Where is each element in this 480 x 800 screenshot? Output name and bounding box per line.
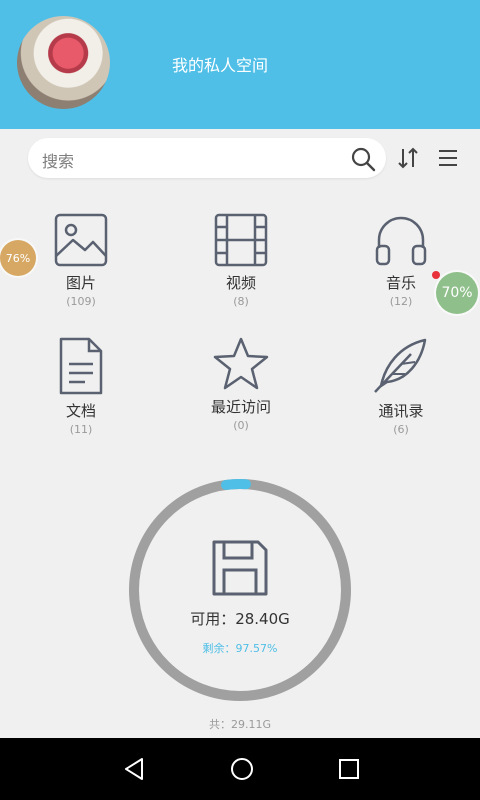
category-recent[interactable]: 最近访问 (0) bbox=[171, 336, 311, 432]
category-videos[interactable]: 视频 (8) bbox=[171, 212, 311, 308]
category-count: (6) bbox=[393, 423, 409, 436]
remaining-percent: 剩余：97.57% bbox=[202, 642, 278, 655]
search-bar[interactable]: 搜索 bbox=[28, 138, 386, 178]
floating-memory-badge[interactable]: 76% bbox=[0, 240, 36, 276]
total-storage: 共：29.11G bbox=[208, 718, 271, 731]
profile-header: 我的私人空间 bbox=[0, 0, 480, 129]
save-disk-icon bbox=[212, 540, 268, 596]
avatar[interactable] bbox=[17, 16, 110, 109]
search-input[interactable]: 搜索 bbox=[42, 148, 74, 172]
category-label: 最近访问 bbox=[210, 398, 271, 416]
page-title: 我的私人空间 bbox=[172, 56, 269, 75]
image-icon bbox=[54, 213, 108, 267]
film-icon bbox=[214, 213, 268, 267]
category-label: 图片 bbox=[65, 274, 96, 292]
recents-icon[interactable] bbox=[336, 756, 362, 782]
notification-dot bbox=[432, 271, 440, 279]
navigation-bar bbox=[0, 738, 480, 800]
category-count: (0) bbox=[233, 419, 249, 432]
back-icon[interactable] bbox=[122, 756, 148, 782]
feather-icon bbox=[374, 338, 427, 393]
category-contacts[interactable]: 通讯录 (6) bbox=[331, 336, 471, 436]
category-count: (109) bbox=[66, 295, 96, 308]
home-icon[interactable] bbox=[229, 756, 255, 782]
headphones-icon bbox=[375, 216, 427, 266]
category-label: 通讯录 bbox=[378, 402, 424, 420]
category-documents[interactable]: 文档 (11) bbox=[11, 336, 151, 436]
category-label: 文档 bbox=[65, 402, 96, 420]
star-icon bbox=[213, 337, 269, 390]
category-count: (8) bbox=[233, 295, 249, 308]
floating-boost-badge[interactable]: 70% bbox=[436, 272, 478, 314]
document-icon bbox=[59, 337, 103, 395]
search-icon[interactable] bbox=[350, 146, 376, 172]
category-count: (11) bbox=[69, 423, 93, 436]
category-label: 视频 bbox=[225, 274, 256, 292]
menu-icon[interactable] bbox=[437, 147, 459, 169]
available-storage: 可用：28.40G bbox=[190, 610, 290, 628]
sort-icon[interactable] bbox=[396, 146, 420, 170]
